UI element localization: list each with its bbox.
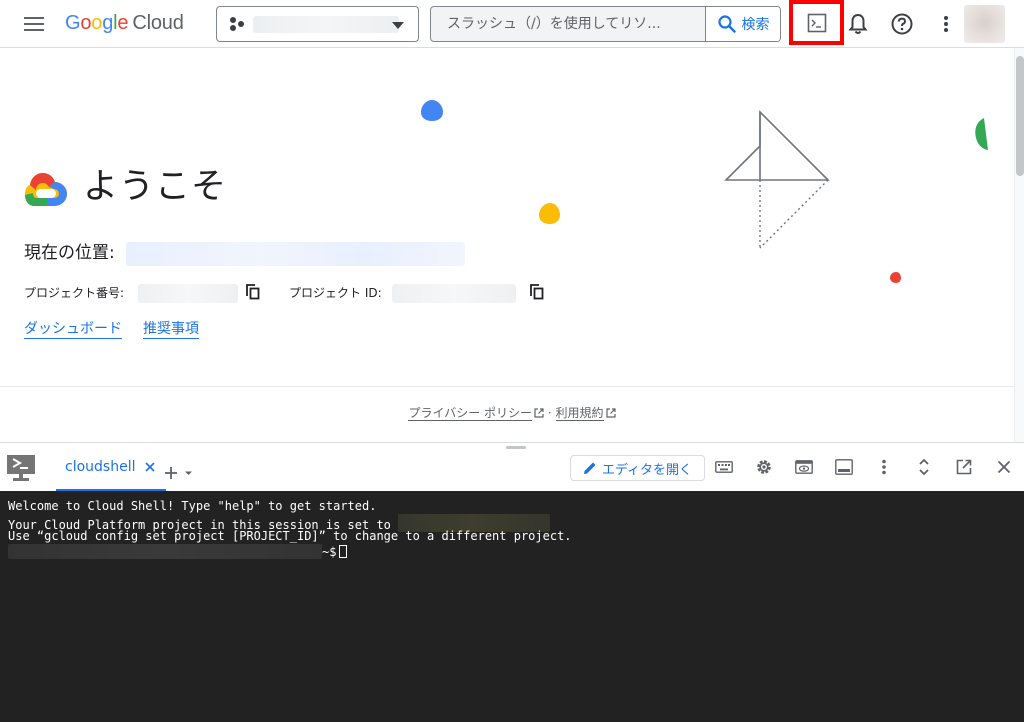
- logo-letter: g: [102, 12, 114, 34]
- project-name-redacted: [253, 16, 399, 33]
- more-vert-icon: [944, 16, 948, 32]
- gear-icon: [757, 460, 771, 474]
- terms-link[interactable]: 利用規約: [555, 406, 604, 421]
- search-input[interactable]: [431, 7, 705, 41]
- terminal-line: Your Cloud Platform project in this sess…: [8, 514, 1016, 532]
- shell-more-button[interactable]: [872, 455, 896, 479]
- minimize-button[interactable]: [832, 455, 856, 479]
- google-cloud-logo[interactable]: Google Cloud: [65, 11, 184, 35]
- terminal-line: Welcome to Cloud Shell! Type "help" to g…: [8, 499, 377, 513]
- dashboard-link[interactable]: ダッシュボード: [24, 320, 122, 339]
- close-tab-icon[interactable]: [143, 460, 157, 474]
- shell-resize-handle[interactable]: [506, 446, 526, 449]
- welcome-panel: ようこそ 現在の位置: プロジェクト番号: プロジェクト ID: ダッシュボード…: [0, 48, 1014, 386]
- copy-project-id-button[interactable]: [530, 284, 546, 302]
- expand-button[interactable]: [912, 455, 936, 479]
- privacy-policy-link[interactable]: プライバシー ポリシー: [408, 406, 533, 421]
- logo-letter: o: [91, 12, 103, 34]
- project-picker[interactable]: [216, 6, 419, 42]
- search-icon: [717, 15, 736, 33]
- copy-icon: [530, 284, 544, 300]
- copy-project-number-button[interactable]: [246, 284, 262, 302]
- logo-letter: o: [80, 12, 92, 34]
- terminal-prompt-line: ~$: [8, 544, 1016, 559]
- more-options-button[interactable]: [934, 12, 958, 36]
- expand-icon: [919, 458, 929, 476]
- welcome-heading: ようこそ: [83, 167, 228, 207]
- cloud-shell-icon: [7, 455, 35, 481]
- project-dots-icon: [230, 17, 244, 31]
- terminal[interactable]: Welcome to Cloud Shell! Type "help" to g…: [0, 491, 1024, 722]
- chevron-down-icon: [392, 22, 404, 29]
- web-preview-button[interactable]: [792, 455, 816, 479]
- logo-cloud-word: Cloud: [132, 12, 184, 34]
- web-preview-icon: [795, 460, 813, 474]
- project-number-redacted: [138, 284, 238, 303]
- logo-letter: G: [65, 12, 81, 34]
- external-link-icon: [534, 408, 544, 418]
- minimize-icon: [835, 459, 853, 475]
- main-menu-button[interactable]: [20, 12, 48, 36]
- activate-cloud-shell-button[interactable]: [789, 0, 844, 45]
- cloud-shell-header: cloudshell エディタを開く: [0, 442, 1024, 492]
- search-button[interactable]: 検索: [705, 7, 780, 41]
- project-id-redacted: [392, 284, 516, 303]
- shell-settings-button[interactable]: [752, 455, 776, 479]
- tab-label: cloudshell: [65, 459, 136, 475]
- open-in-new-icon: [956, 459, 972, 475]
- project-number-label: プロジェクト番号:: [24, 286, 125, 300]
- page-scrollbar[interactable]: [1014, 48, 1024, 442]
- logo-letter: e: [117, 12, 129, 34]
- terminal-line: Use “gcloud config set project [PROJECT_…: [8, 529, 572, 543]
- notifications-button[interactable]: [846, 12, 870, 36]
- copy-icon: [246, 284, 260, 300]
- pencil-icon: [583, 462, 596, 474]
- current-location-label: 現在の位置:: [24, 243, 115, 263]
- project-id-label: プロジェクト ID:: [289, 286, 382, 300]
- section-divider: [0, 386, 1014, 387]
- terminal-icon: [807, 13, 826, 32]
- close-shell-button[interactable]: [992, 455, 1016, 479]
- current-location-redacted: [126, 242, 465, 266]
- terminal-prompt: ~$: [322, 545, 337, 559]
- prompt-user-redacted: [8, 544, 322, 559]
- footer-separator: ·: [547, 406, 552, 420]
- account-avatar[interactable]: [964, 5, 1005, 43]
- help-icon: [891, 13, 913, 35]
- top-bar: GoogleCloud 検索: [0, 0, 1024, 48]
- recommendations-link[interactable]: 推奨事項: [143, 320, 199, 339]
- open-editor-label: エディタを開く: [601, 462, 693, 478]
- bell-icon: [848, 13, 868, 34]
- help-button[interactable]: [890, 12, 914, 36]
- terminal-cursor: [339, 545, 348, 558]
- plus-icon: [165, 467, 192, 479]
- tab-cloudshell[interactable]: cloudshell: [56, 457, 167, 492]
- external-link-icon: [605, 408, 616, 418]
- add-tab-button[interactable]: [162, 464, 198, 486]
- google-cloud-icon: [25, 173, 67, 206]
- footer-links: プライバシー ポリシー · 利用規約: [0, 405, 1024, 421]
- open-editor-button[interactable]: エディタを開く: [570, 455, 705, 481]
- more-vert-icon: [882, 459, 886, 475]
- scrollbar-thumb[interactable]: [1016, 56, 1024, 176]
- hamburger-icon: [24, 17, 44, 31]
- keyboard-button[interactable]: [712, 455, 736, 479]
- search-button-label: 検索: [741, 17, 770, 33]
- search-box: 検索: [430, 6, 781, 42]
- open-in-new-window-button[interactable]: [952, 455, 976, 479]
- close-icon: [997, 460, 1011, 474]
- keyboard-icon: [715, 461, 733, 473]
